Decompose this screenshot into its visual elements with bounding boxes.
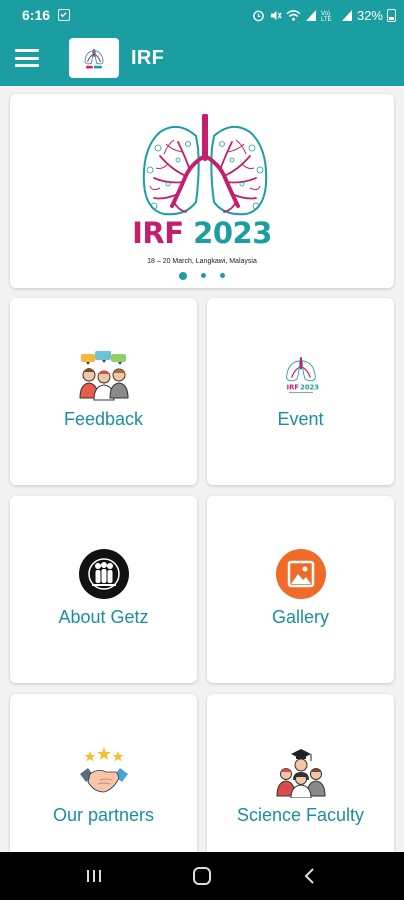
tile-gallery[interactable]: Gallery	[207, 496, 394, 683]
feedback-people-icon	[78, 351, 129, 401]
banner-title-year: 2023	[193, 216, 272, 250]
irf-logo-icon: IRF 2023	[285, 357, 319, 394]
banner-subtitle: 18 – 20 March, Langkawi, Malaysia	[147, 258, 257, 265]
status-time: 6:16	[22, 7, 51, 23]
status-icons: Vo) LTE 32%	[252, 8, 396, 23]
recent-apps-icon[interactable]	[74, 856, 114, 896]
app-title: IRF	[131, 46, 165, 69]
tile-label: Science Faculty	[236, 805, 365, 825]
tile-label: About Getz	[58, 607, 149, 627]
tile-about-getz[interactable]: About Getz	[10, 496, 197, 683]
svg-text:2023: 2023	[300, 384, 319, 392]
tile-label: Gallery	[271, 607, 329, 627]
event-banner[interactable]: IRF 2023 18 – 20 March, Langkawi, Malays…	[10, 94, 394, 288]
alarm-icon	[253, 10, 264, 21]
image-circle-icon	[275, 549, 326, 599]
tile-label: Event	[277, 409, 324, 429]
carousel-indicator	[10, 272, 394, 280]
back-icon[interactable]	[290, 856, 330, 896]
carousel-dot-3[interactable]	[220, 273, 225, 278]
group-circle-icon	[78, 549, 129, 599]
system-nav-bar	[0, 852, 404, 900]
signal-icon-2	[341, 9, 352, 21]
svg-text:LTE: LTE	[321, 17, 332, 22]
faculty-people-icon	[275, 749, 326, 798]
notification-icon	[58, 9, 71, 21]
app-bar: IRF	[0, 30, 404, 86]
lungs-illustration-icon	[142, 114, 268, 216]
wifi-icon	[286, 9, 301, 21]
tile-label: Our partners	[52, 805, 155, 825]
tile-label: Feedback	[63, 409, 144, 429]
app-logo	[69, 38, 119, 78]
carousel-dot-2[interactable]	[201, 273, 206, 278]
handshake-stars-icon	[79, 747, 128, 793]
tile-event[interactable]: IRF 2023 Event	[207, 298, 394, 485]
battery-percent: 32%	[356, 7, 383, 23]
tile-feedback[interactable]: Feedback	[10, 298, 197, 485]
mute-icon	[270, 10, 282, 20]
svg-text:IRF: IRF	[286, 384, 299, 392]
hamburger-menu-icon[interactable]	[15, 49, 39, 67]
signal-icon	[305, 9, 316, 21]
volte-icon: Vo)LTE	[321, 11, 332, 22]
banner-title: IRF 2023	[10, 216, 394, 250]
banner-title-irf: IRF	[132, 216, 184, 250]
battery-icon	[387, 8, 396, 22]
status-bar: 6:16 Vo) LTE 32%	[0, 0, 404, 30]
app-screen: 6:16 Vo) LTE 32% IRF IRF 2023 18 – 20 Ma…	[0, 0, 404, 900]
carousel-dot-1[interactable]	[179, 272, 187, 280]
home-icon[interactable]	[182, 856, 222, 896]
